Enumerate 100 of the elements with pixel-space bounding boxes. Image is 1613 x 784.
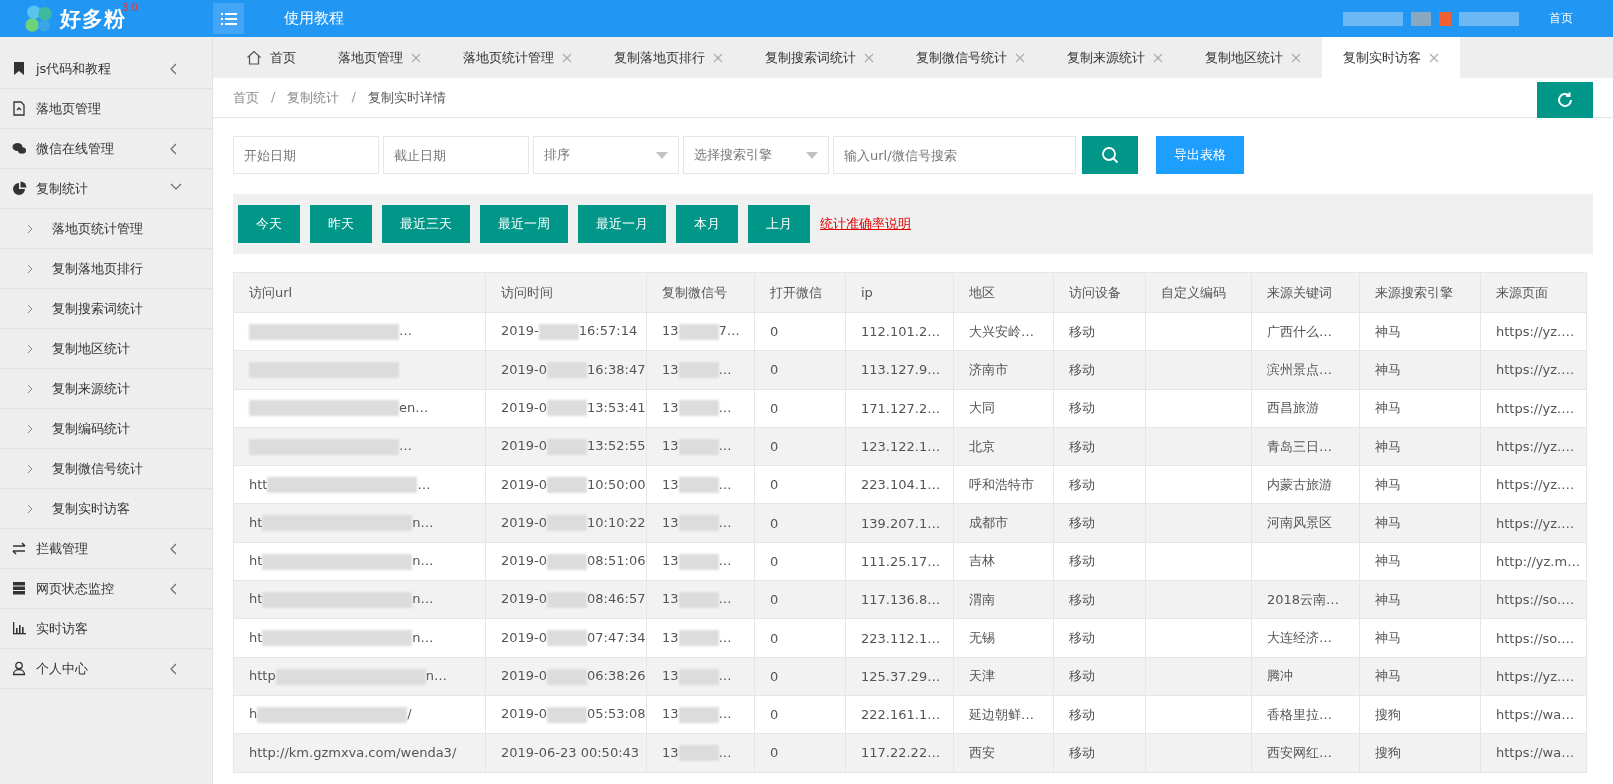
column-header: 复制微信号 xyxy=(646,272,755,313)
table-cell: 223.104.1… xyxy=(845,465,954,504)
tab[interactable]: 首页 xyxy=(225,37,317,78)
column-header: 打开微信 xyxy=(754,272,846,313)
version-label: 3.0 xyxy=(122,1,138,13)
tab[interactable]: 复制来源统计 xyxy=(1046,37,1184,78)
table-cell-text: n… xyxy=(412,591,434,607)
breadcrumb-link[interactable]: 复制实时详情 xyxy=(367,88,446,107)
sidebar-item[interactable]: js代码和教程 xyxy=(0,49,212,89)
table-cell-text: … xyxy=(718,438,732,454)
tab[interactable]: 复制地区统计 xyxy=(1184,37,1322,78)
table-cell: 神马 xyxy=(1359,657,1481,696)
chevron-right-icon xyxy=(26,423,34,434)
column-header: 自定义编码 xyxy=(1145,272,1252,313)
date-range-button[interactable]: 昨天 xyxy=(310,205,372,243)
table-cell-text: 13:52:55 xyxy=(587,438,646,454)
tab-label: 复制实时访客 xyxy=(1343,48,1421,67)
table-cell: 神马 xyxy=(1359,350,1481,390)
table-cell: 移动 xyxy=(1053,580,1146,619)
date-range-button[interactable]: 上月 xyxy=(748,205,810,243)
sidebar-subitem[interactable]: 落地页统计管理 xyxy=(0,209,212,249)
date-range-button[interactable]: 今天 xyxy=(238,205,300,243)
table-cell: 大同 xyxy=(953,389,1054,428)
sidebar-subitem[interactable]: 复制实时访客 xyxy=(0,489,212,529)
tab[interactable]: 复制搜索词统计 xyxy=(744,37,895,78)
close-icon xyxy=(1429,52,1439,63)
table-cell-text: … xyxy=(718,668,732,684)
tab[interactable]: 复制实时访客 xyxy=(1322,37,1460,78)
table-cell-text: 13 xyxy=(662,668,679,684)
breadcrumb-link[interactable]: 首页 xyxy=(233,88,259,107)
table-cell-text: 06:38:26 xyxy=(587,668,646,684)
table-cell-text: … xyxy=(718,361,732,377)
table-cell: 0 xyxy=(754,465,846,504)
close-icon xyxy=(864,52,874,63)
menu-button[interactable] xyxy=(213,3,244,34)
table-cell-text: 13 xyxy=(662,400,679,415)
table-cell: 123.122.1… xyxy=(845,427,954,466)
search-button[interactable] xyxy=(1082,136,1138,174)
server-icon xyxy=(12,581,27,596)
accuracy-link[interactable]: 统计准确率说明 xyxy=(820,215,911,233)
tab[interactable]: 落地页统计管理 xyxy=(442,37,593,78)
breadcrumb-separator: / xyxy=(271,88,276,106)
column-header: ip xyxy=(845,272,954,313)
date-range-button[interactable]: 本月 xyxy=(676,205,738,243)
sidebar-item[interactable]: 复制统计 xyxy=(0,169,212,209)
table-cell-text: 16:57:14 xyxy=(578,323,638,339)
table-cell: https://yz.… xyxy=(1480,465,1587,504)
sidebar-item[interactable]: 个人中心 xyxy=(0,649,212,689)
tab-label: 首页 xyxy=(270,48,296,67)
select-field[interactable]: 排序 xyxy=(533,136,679,174)
sidebar-subitem[interactable]: 复制地区统计 xyxy=(0,329,212,369)
table-cell: 呼和浩特市 xyxy=(953,465,1054,504)
sidebar-item[interactable]: 拦截管理 xyxy=(0,529,212,569)
table-cell: 移动 xyxy=(1053,312,1146,351)
sidebar-item[interactable]: 微信在线管理 xyxy=(0,129,212,169)
table-cell: 2018云南… xyxy=(1251,580,1360,619)
sidebar-subitem[interactable]: 复制搜索词统计 xyxy=(0,289,212,329)
close-icon xyxy=(1153,52,1163,63)
table-cell: 神马 xyxy=(1359,580,1481,619)
date-field[interactable]: 截止日期 xyxy=(383,136,529,174)
tab[interactable]: 复制落地页排行 xyxy=(593,37,744,78)
table-cell: 成都市 xyxy=(953,504,1054,543)
table-cell: https://so.… xyxy=(1480,618,1587,658)
redacted-block xyxy=(678,553,719,570)
table-cell: https://yz.… xyxy=(1480,657,1587,696)
select-field[interactable]: 选择搜索引擎 xyxy=(683,136,829,174)
table-cell-text: 16:38:47 xyxy=(587,361,646,377)
table-cell: 大兴安岭… xyxy=(953,312,1054,351)
sidebar-subitem[interactable]: 复制编码统计 xyxy=(0,409,212,449)
breadcrumb-link[interactable]: 复制统计 xyxy=(287,88,340,107)
table-cell-text: … xyxy=(718,553,732,569)
column-header: 来源页面 xyxy=(1480,272,1587,313)
sidebar-subitem-label: 复制搜索词统计 xyxy=(52,299,144,318)
table-cell-text: … xyxy=(399,438,412,454)
sidebar-subitem[interactable]: 复制微信号统计 xyxy=(0,449,212,489)
sidebar-item[interactable]: 网页状态监控 xyxy=(0,569,212,609)
sidebar-subitem[interactable]: 复制落地页排行 xyxy=(0,249,212,289)
refresh-button[interactable] xyxy=(1537,81,1593,118)
tab[interactable]: 落地页管理 xyxy=(317,37,442,78)
search-field[interactable]: 输入url/微信号搜索 xyxy=(833,136,1076,174)
date-field[interactable]: 开始日期 xyxy=(233,136,379,174)
date-range-button[interactable]: 最近三天 xyxy=(382,205,470,243)
sidebar-subitem-label: 落地页统计管理 xyxy=(52,219,144,238)
table-cell: 河南风景区 xyxy=(1251,504,1360,543)
table-cell: 神马 xyxy=(1359,389,1481,428)
sidebar-subitem-label: 复制来源统计 xyxy=(52,379,131,398)
table-cell: 搜狗 xyxy=(1359,733,1481,773)
table-cell-text: … xyxy=(718,629,732,645)
chevron-right-icon xyxy=(26,303,34,314)
date-range-button[interactable]: 最近一周 xyxy=(480,205,568,243)
table-cell-text: 08:51:06 xyxy=(587,553,646,569)
sidebar-subitem[interactable]: 复制来源统计 xyxy=(0,369,212,409)
sidebar-subitem-label: 复制地区统计 xyxy=(52,339,131,358)
table-cell-text: ht xyxy=(249,553,263,569)
sidebar-item[interactable]: 落地页管理 xyxy=(0,89,212,129)
sidebar-item[interactable]: 实时访客 xyxy=(0,609,212,649)
table-cell-text: n… xyxy=(412,629,434,645)
tab[interactable]: 复制微信号统计 xyxy=(895,37,1046,78)
column-header: 访问url xyxy=(233,272,486,313)
date-range-button[interactable]: 最近一月 xyxy=(578,205,666,243)
